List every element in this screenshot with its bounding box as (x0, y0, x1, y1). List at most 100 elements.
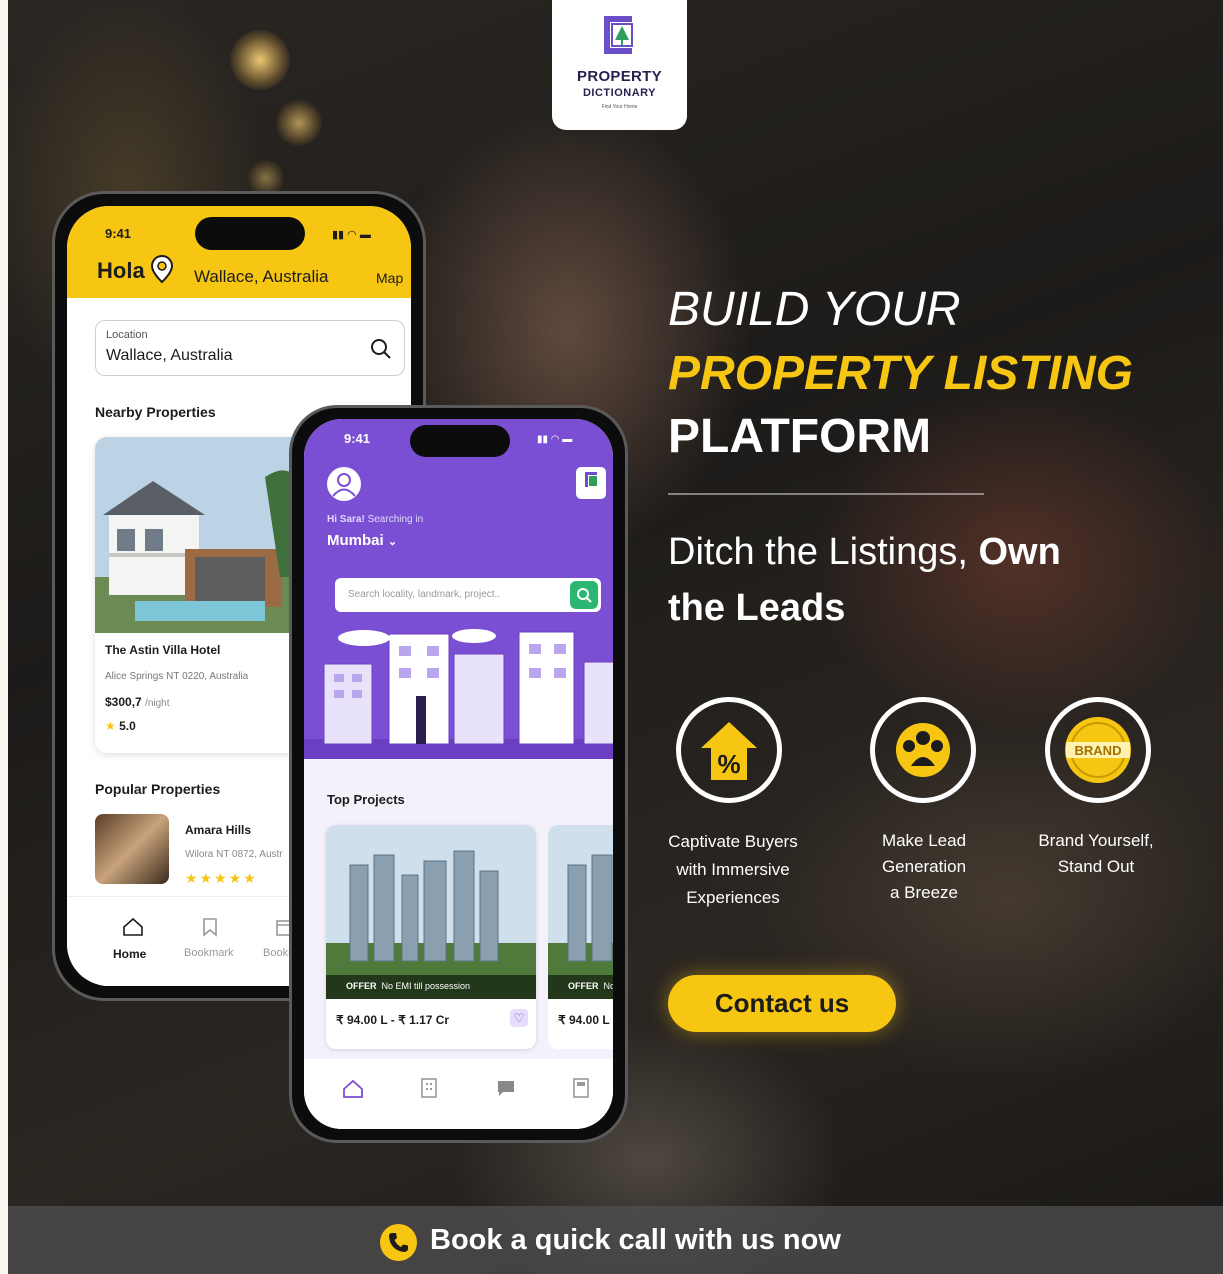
hola-home-logo: Hola (97, 260, 145, 282)
home-icon[interactable] (122, 917, 144, 937)
card-price-unit: /night (145, 698, 170, 709)
building-icon[interactable] (420, 1077, 438, 1099)
popular-address: Wilora NT 0872, Austr (185, 849, 283, 860)
headline-line1: BUILD YOUR (668, 283, 961, 336)
brand-badge-icon: BRAND (1065, 717, 1131, 783)
card-rating: 5.0 (119, 719, 136, 733)
svg-text:%: % (717, 749, 740, 779)
status-icons: ▮▮ ◠ ▬ (537, 434, 573, 445)
phone2-screen: 9:41 ▮▮ ◠ ▬ Hi Sara! Searching in Mumbai… (304, 419, 613, 1129)
location-pin-icon (150, 254, 174, 284)
card-address: Alice Springs NT 0220, Australia (105, 671, 249, 682)
bookmark-icon[interactable] (202, 917, 218, 937)
nav-home[interactable]: Home (113, 947, 146, 961)
header-location[interactable]: Wallace, Australia (194, 267, 328, 287)
nearby-title: Nearby Properties (95, 404, 216, 420)
search-input[interactable]: Search locality, landmark, project.. (335, 578, 601, 612)
feature-label-line: a Breeze (889, 883, 959, 902)
city-skyline-illustration (304, 629, 613, 759)
feature-label-brand: Brand Yourself, Stand Out (1016, 828, 1176, 880)
card-rating-row: ★ 5.0 (105, 719, 136, 733)
phone-mockup-property-dictionary: 9:41 ▮▮ ◠ ▬ Hi Sara! Searching in Mumbai… (289, 405, 628, 1143)
feature-label-line: with Immersive (676, 860, 790, 879)
feature-label-line: Generation (881, 857, 967, 876)
project-card[interactable]: OFFER No t ₹ 94.00 L - (548, 825, 613, 1049)
card-price: $300,7 (105, 695, 142, 709)
book-call-bar[interactable]: Book a quick call with us now (8, 1206, 1223, 1274)
search-placeholder: Search locality, landmark, project.. (348, 589, 501, 600)
offer-tag: OFFER (346, 981, 377, 991)
logo-line2: DICTIONARY (582, 87, 657, 99)
chat-icon[interactable] (496, 1079, 516, 1097)
avatar[interactable] (327, 467, 361, 501)
feature-label-line: Stand Out (1057, 857, 1135, 876)
popular-name[interactable]: Amara Hills (185, 823, 251, 837)
popular-thumbnail (95, 814, 169, 884)
nav-bookmark[interactable]: Bookmark (184, 947, 234, 959)
city-name: Mumbai (327, 532, 384, 549)
card-price-row: $300,7 /night (105, 695, 170, 709)
project-price: ₹ 94.00 L - (558, 1013, 613, 1027)
map-link[interactable]: Map (376, 270, 403, 286)
percent-house-icon: % (701, 722, 757, 780)
greeting-rest: Searching in (364, 514, 424, 525)
logo-tagline: Find Your Home (601, 104, 638, 110)
feature-label-line: Brand Yourself, (1038, 831, 1154, 850)
subheadline-line1: Ditch the Listings, Own (668, 533, 1061, 571)
card-name: The Astin Villa Hotel (105, 643, 221, 657)
phone2-header: 9:41 ▮▮ ◠ ▬ Hi Sara! Searching in Mumbai… (304, 419, 613, 759)
offer-row: OFFER No t (568, 981, 613, 991)
home-icon[interactable] (342, 1079, 364, 1099)
feature-label-line: Captivate Buyers (668, 832, 798, 851)
chevron-down-icon: ⌄ (387, 536, 398, 548)
search-value: Wallace, Australia (106, 347, 233, 364)
phone2-bottom-nav (304, 1059, 613, 1129)
brand-logo: PROPERTY DICTIONARY Find Your Home (552, 0, 687, 130)
mini-logo-icon (576, 467, 606, 499)
subheadline-bold1: Own (978, 531, 1061, 573)
heart-icon[interactable]: ♡ (510, 1009, 528, 1027)
project-card[interactable]: OFFER No EMI till possession ₹ 94.00 L -… (326, 825, 536, 1049)
star-icon: ★ (105, 719, 116, 733)
app-logo-text: Hola (97, 258, 145, 283)
headline-line2: PROPERTY LISTING (668, 347, 1133, 400)
offer-row: OFFER No EMI till possession (346, 981, 470, 991)
ad-canvas: PROPERTY DICTIONARY Find Your Home BUILD… (8, 0, 1223, 1274)
search-icon[interactable] (369, 337, 393, 361)
feature-label-line: Experiences (686, 888, 780, 907)
feature-label-line: Make Lead (881, 831, 967, 850)
subheadline-line2: the Leads (668, 589, 845, 627)
subheadline-bold2: the Leads (668, 587, 846, 629)
subheadline-part1: Ditch the Listings, (668, 531, 979, 573)
offer-text: No EMI till possession (381, 981, 471, 991)
feature-circle-leads (870, 697, 976, 803)
project-photo (326, 825, 536, 999)
phone1-header: 9:41 ▮▮ ◠ ▬ Hola Wallace, Australia Map (67, 206, 411, 298)
status-icons: ▮▮ ◠ ▬ (332, 229, 371, 241)
feature-label-leads: Make Lead Generation a Breeze (848, 828, 1000, 906)
book-call-text[interactable]: Book a quick call with us now (430, 1224, 841, 1257)
brand-badge-text: BRAND (1075, 743, 1122, 758)
greeting-name: Hi Sara! (327, 514, 365, 525)
search-icon (577, 588, 592, 603)
logo-line1: PROPERTY (577, 68, 662, 85)
calculator-icon[interactable] (572, 1077, 590, 1099)
feature-label-buyers: Captivate Buyers with Immersive Experien… (638, 828, 828, 912)
people-group-icon (896, 723, 950, 777)
offer-tag: OFFER (568, 981, 599, 991)
city-selector[interactable]: Mumbai ⌄ (327, 532, 397, 549)
nearby-property-card[interactable]: The Astin Villa Hotel Alice Springs NT 0… (95, 437, 305, 753)
location-search-field[interactable]: Location Wallace, Australia (95, 320, 405, 376)
phone-call-icon (380, 1224, 417, 1261)
contact-us-button[interactable]: Contact us (668, 975, 896, 1032)
popular-title: Popular Properties (95, 781, 221, 797)
headline-line3: PLATFORM (668, 410, 932, 463)
feature-circle-brand: BRAND (1045, 697, 1151, 803)
user-icon (332, 473, 356, 497)
book-tree-icon (604, 16, 633, 54)
villa-photo (95, 437, 305, 633)
feature-circle-buyers: % (676, 697, 782, 803)
bokeh-light (230, 30, 290, 90)
search-button[interactable] (570, 581, 598, 609)
status-time: 9:41 (105, 226, 132, 241)
